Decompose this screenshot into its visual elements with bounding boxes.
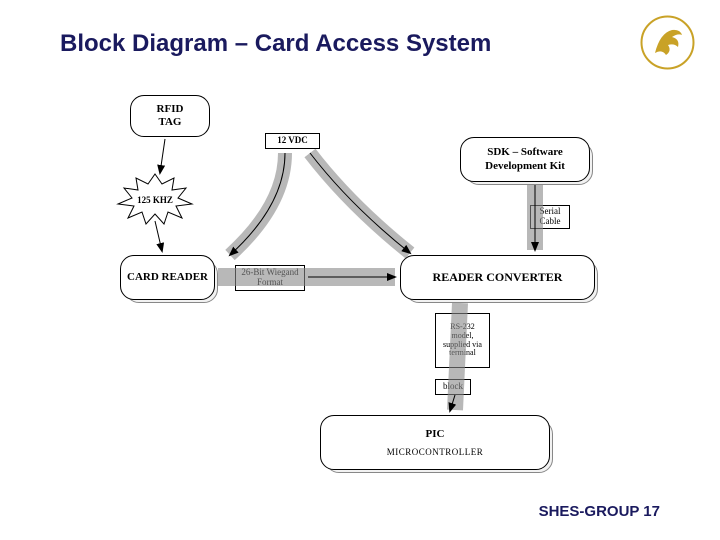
pic-label-1: PIC [426,428,445,441]
khz-text: 125 KHZ [137,195,173,205]
footer-text: SHES-GROUP 17 [539,503,660,520]
card-reader-label: CARD READER [127,271,208,284]
label-rs232: RS-232 model, supplied via terminal [435,313,490,368]
sdk-label: SDK – Software Development Kit [465,146,585,172]
label-125khz: 125 KHZ [120,180,190,220]
label-12vdc: 12 VDC [265,133,320,149]
converter-label: READER CONVERTER [433,270,563,284]
logo-pegasus [640,15,695,70]
block-diagram: RFID TAG 12 VDC SDK – Software Developme… [90,95,640,495]
slide-title: Block Diagram – Card Access System [60,30,491,58]
label-block: block [435,379,471,395]
block-rfid-tag: RFID TAG [130,95,210,137]
label-serial-cable: Serial Cable [530,205,570,229]
label-wiegand: 26-Bit Wiegand Format [235,265,305,291]
pic-label-2: MICROCONTROLLER [387,447,484,458]
block-reader-converter: READER CONVERTER [400,255,595,300]
block-card-reader: CARD READER [120,255,215,300]
block-pic-microcontroller: PIC MICROCONTROLLER [320,415,550,470]
block-sdk: SDK – Software Development Kit [460,137,590,182]
rfid-label: RFID TAG [157,103,184,129]
